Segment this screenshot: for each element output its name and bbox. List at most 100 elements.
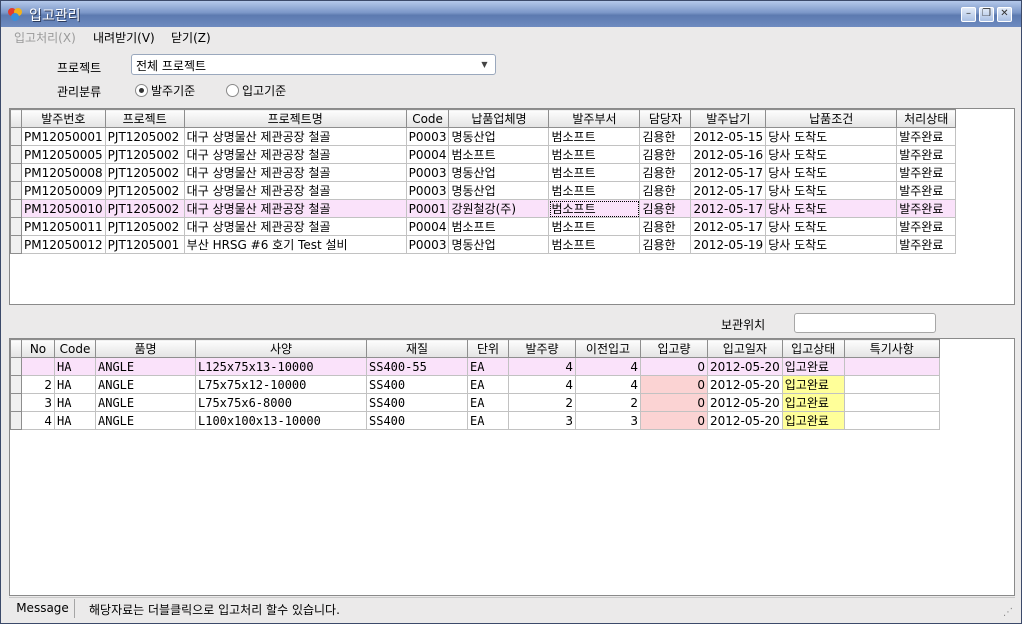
cell-receipt-qty[interactable]: 0 [640,411,708,430]
table-row[interactable]: PM12050005 PJT1205002 대구 상명물산 제관공장 철골 P0… [10,145,957,164]
row-selector[interactable] [10,163,22,182]
table-row[interactable]: 2 HA ANGLE L75x75x12-10000 SS400 EA 4 4 … [10,375,940,394]
cell-due-date[interactable]: 2012-05-16 [690,145,767,164]
cell-vendor[interactable]: 범소프트 [448,217,550,236]
col-header-vendor[interactable]: 납품업체명 [448,109,550,128]
cell-vendor[interactable]: 명동산업 [448,235,550,254]
cell-code[interactable]: P0003 [405,127,450,146]
cell-item-name[interactable]: ANGLE [95,411,196,430]
row-selector[interactable] [10,127,22,146]
cell-order-qty[interactable]: 3 [508,411,576,430]
cell-receipt-date[interactable]: 2012-05-20 [707,393,783,412]
cell-dept[interactable]: 범소프트 [548,181,641,200]
cell-remarks[interactable] [843,393,940,412]
row-selector[interactable] [10,199,22,218]
details-grid[interactable]: No Code 품명 사양 재질 단위 발주량 이전입고 입고량 입고일자 입고… [9,338,1015,596]
cell-manager[interactable]: 김용한 [639,145,692,164]
cell-code[interactable]: P0003 [405,235,450,254]
cell-project-name[interactable]: 부산 HRSG #6 호기 Test 설비 [183,235,407,254]
col-header-project[interactable]: 프로젝트 [104,109,185,128]
cell-item-name[interactable]: ANGLE [95,393,196,412]
cell-remarks[interactable] [843,357,940,376]
cell-project[interactable]: PJT1205002 [104,217,185,236]
cell-status[interactable]: 발주완료 [896,181,957,200]
cell-dept[interactable]: 범소프트 [548,127,641,146]
project-select[interactable]: 전체 프로젝트 ▼ [131,54,496,75]
cell-receipt-status[interactable]: 입고완료 [781,357,845,376]
col-header-material[interactable]: 재질 [366,339,468,358]
resize-grip-icon[interactable]: ⋰ [1003,607,1015,619]
col-header-status[interactable]: 처리상태 [896,109,957,128]
cell-order-no[interactable]: PM12050011 [21,217,106,236]
cell-receipt-status[interactable]: 입고완료 [781,375,845,394]
row-selector[interactable] [10,145,22,164]
cell-receipt-qty[interactable]: 0 [640,357,708,376]
cell-material[interactable]: SS400 [366,375,468,394]
cell-status[interactable]: 발주완료 [896,127,957,146]
cell-order-no[interactable]: PM12050010 [21,199,106,218]
cell-order-qty[interactable]: 4 [508,357,576,376]
cell-dept[interactable]: 범소프트 [548,163,641,182]
row-selector[interactable] [10,411,22,430]
cell-order-qty[interactable]: 2 [508,393,576,412]
cell-status[interactable]: 발주완료 [896,217,957,236]
table-row[interactable]: 4 HA ANGLE L100x100x13-10000 SS400 EA 3 … [10,411,940,430]
col-header-item-name[interactable]: 품명 [95,339,196,358]
col-header-code[interactable]: Code [405,109,450,128]
cell-delivery-terms[interactable]: 당사 도착도 [765,235,898,254]
radio-receipt-basis[interactable] [226,84,239,97]
col-header-delivery-terms[interactable]: 납품조건 [765,109,898,128]
cell-material[interactable]: SS400-55 [366,357,468,376]
cell-dept[interactable]: 범소프트 [548,145,641,164]
cell-prev-receipt[interactable]: 4 [575,375,641,394]
row-selector[interactable] [10,393,22,412]
cell-order-no[interactable]: PM12050001 [21,127,106,146]
col-header-due-date[interactable]: 발주납기 [690,109,767,128]
row-selector[interactable] [10,375,22,394]
cell-vendor[interactable]: 강원철강(주) [448,199,550,218]
cell-code[interactable]: P0003 [405,181,450,200]
cell-delivery-terms[interactable]: 당사 도착도 [765,199,898,218]
cell-material[interactable]: SS400 [366,393,468,412]
cell-no[interactable]: 2 [21,375,55,394]
cell-due-date[interactable]: 2012-05-19 [690,235,767,254]
cell-status[interactable]: 발주완료 [896,163,957,182]
cell-project[interactable]: PJT1205002 [104,127,185,146]
col-header-manager[interactable]: 담당자 [639,109,692,128]
cell-code[interactable]: HA [54,393,96,412]
cell-no[interactable] [21,357,55,376]
orders-grid[interactable]: 발주번호 프로젝트 프로젝트명 Code 납품업체명 발주부서 담당자 발주납기… [9,108,1015,305]
cell-order-no[interactable]: PM12050005 [21,145,106,164]
cell-remarks[interactable] [843,375,940,394]
cell-manager[interactable]: 김용한 [639,181,692,200]
cell-spec[interactable]: L125x75x13-10000 [195,357,367,376]
cell-unit[interactable]: EA [467,357,509,376]
cell-unit[interactable]: EA [467,411,509,430]
cell-no[interactable]: 4 [21,411,55,430]
cell-manager[interactable]: 김용한 [639,163,692,182]
col-header-order-no[interactable]: 발주번호 [21,109,106,128]
cell-dept[interactable]: 범소프트 [548,217,641,236]
cell-order-no[interactable]: PM12050008 [21,163,106,182]
cell-due-date[interactable]: 2012-05-17 [690,163,767,182]
cell-delivery-terms[interactable]: 당사 도착도 [765,127,898,146]
col-header-project-name[interactable]: 프로젝트명 [183,109,407,128]
cell-receipt-status[interactable]: 입고완료 [781,393,845,412]
cell-vendor[interactable]: 명동산업 [448,127,550,146]
col-header-no[interactable]: No [21,339,55,358]
cell-code[interactable]: P0003 [405,163,450,182]
cell-code[interactable]: P0001 [405,199,450,218]
cell-vendor[interactable]: 명동산업 [448,181,550,200]
cell-unit[interactable]: EA [467,375,509,394]
restore-button[interactable]: ❐ [979,7,994,22]
col-header-prev-receipt[interactable]: 이전입고 [575,339,641,358]
cell-project[interactable]: PJT1205001 [104,235,185,254]
cell-project-name[interactable]: 대구 상명물산 제관공장 철골 [183,163,407,182]
cell-project[interactable]: PJT1205002 [104,163,185,182]
table-row[interactable]: PM12050008 PJT1205002 대구 상명물산 제관공장 철골 P0… [10,163,957,182]
cell-no[interactable]: 3 [21,393,55,412]
cell-code[interactable]: HA [54,357,96,376]
cell-project-name[interactable]: 대구 상명물산 제관공장 철골 [183,199,407,218]
row-selector[interactable] [10,357,22,376]
cell-prev-receipt[interactable]: 3 [575,411,641,430]
